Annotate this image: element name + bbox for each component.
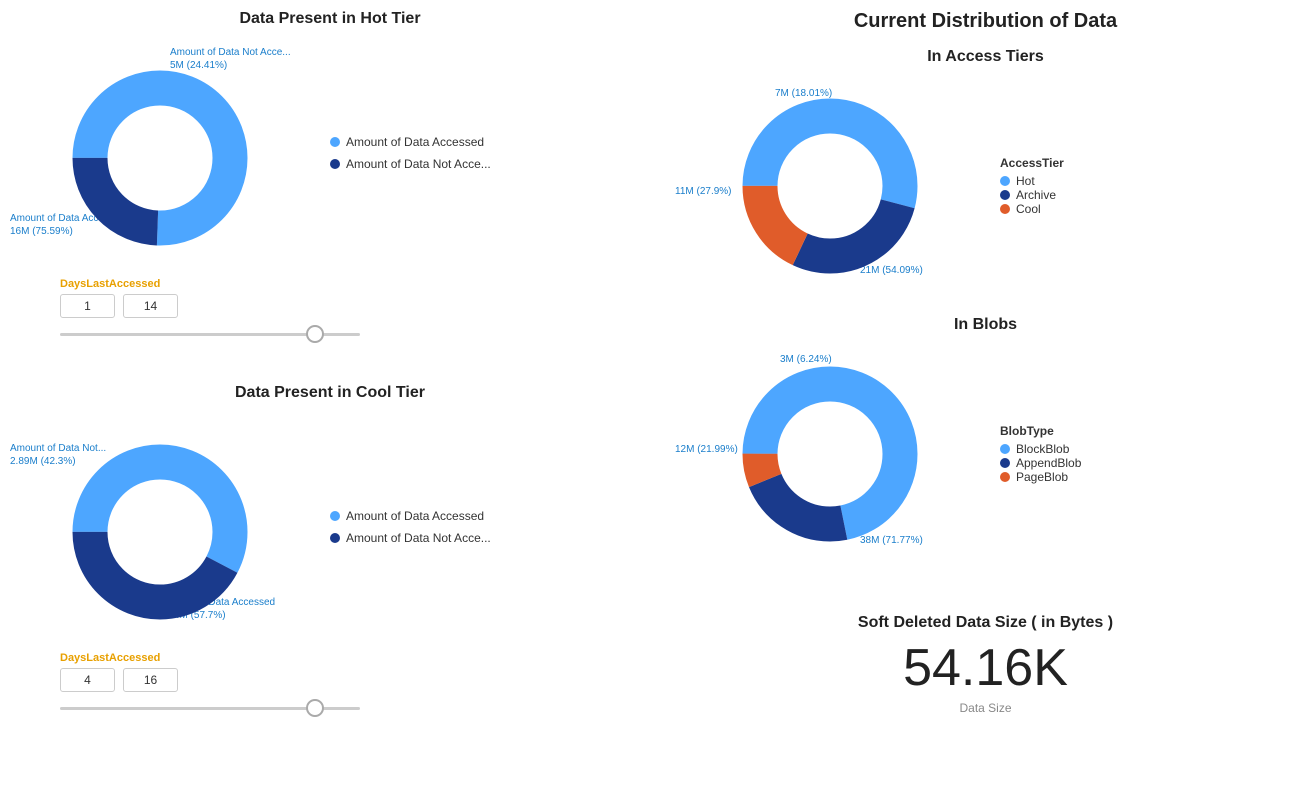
blobs-legend-title: BlobType (1000, 424, 1081, 438)
hot-tier-legend-dot-1 (330, 159, 340, 169)
hot-tier-slider-thumb[interactable] (306, 325, 324, 343)
access-tiers-archive-label-legend: Archive (1016, 188, 1056, 202)
cool-tier-slider-inputs (60, 668, 640, 692)
blobs-donut-container: 3M (6.24%) 12M (21.99%) 38M (71.77%) (680, 344, 980, 564)
blobs-legend-appendblob: AppendBlob (1000, 456, 1081, 470)
cool-tier-slider-track (60, 707, 360, 710)
cool-tier-legend-item-1: Amount of Data Not Acce... (330, 531, 491, 545)
cool-tier-donut-svg (60, 432, 260, 632)
hot-tier-legend-dot-0 (330, 137, 340, 147)
access-tiers-legend-cool: Cool (1000, 202, 1064, 216)
access-tiers-legend-title: AccessTier (1000, 156, 1064, 170)
cool-tier-legend-dot-0 (330, 511, 340, 521)
hot-tier-donut-row: Amount of Data Not Acce... 5M (24.41%) A… (20, 38, 640, 268)
cool-tier-slider-thumb[interactable] (306, 699, 324, 717)
hot-tier-legend-item-1: Amount of Data Not Acce... (330, 157, 491, 171)
main-container: Data Present in Hot Tier Amount of Data … (0, 0, 1311, 797)
hot-tier-slider-min[interactable] (60, 294, 115, 318)
cool-tier-legend-label-1: Amount of Data Not Acce... (346, 531, 491, 545)
left-panel: Data Present in Hot Tier Amount of Data … (0, 0, 660, 797)
soft-deleted-title: Soft Deleted Data Size ( in Bytes ) (690, 614, 1281, 632)
access-tiers-title: In Access Tiers (680, 48, 1291, 66)
cool-tier-slider-max[interactable] (123, 668, 178, 692)
right-panel: Current Distribution of Data In Access T… (660, 0, 1311, 797)
cool-tier-legend: Amount of Data Accessed Amount of Data N… (330, 509, 491, 545)
cool-tier-slider-section: DaysLastAccessed (20, 652, 640, 718)
blobs-appendblob-label: 12M (21.99%) (675, 444, 738, 455)
blobs-legend-blockblob: BlockBlob (1000, 442, 1081, 456)
access-tiers-cool-dot (1000, 204, 1010, 214)
cool-tier-legend-item-0: Amount of Data Accessed (330, 509, 491, 523)
blobs-legend: BlobType BlockBlob AppendBlob PageBlob (1000, 424, 1081, 484)
cool-tier-slider-track-container[interactable] (60, 698, 360, 718)
blobs-blockblob-dot (1000, 444, 1010, 454)
access-tiers-legend: AccessTier Hot Archive Cool (1000, 156, 1064, 216)
soft-deleted-value: 54.16K (690, 640, 1281, 697)
blobs-appendblob-label-legend: AppendBlob (1016, 456, 1081, 470)
blobs-pageblob-dot (1000, 472, 1010, 482)
blobs-pageblob-label-legend: PageBlob (1016, 470, 1068, 484)
access-tiers-donut-svg (730, 86, 930, 286)
blobs-legend-pageblob: PageBlob (1000, 470, 1081, 484)
access-tiers-legend-hot: Hot (1000, 174, 1064, 188)
hot-tier-title: Data Present in Hot Tier (20, 10, 640, 28)
cool-tier-legend-label-0: Amount of Data Accessed (346, 509, 484, 523)
cool-tier-donut-container: Amount of Data Not... 2.89M (42.3%) Amou… (20, 412, 300, 642)
cool-tier-slider-label: DaysLastAccessed (60, 652, 640, 664)
blobs-section: In Blobs 3M (6.24%) 12M (21.99%) 38M (71… (680, 316, 1291, 564)
access-tiers-legend-archive: Archive (1000, 188, 1064, 202)
blobs-title: In Blobs (680, 316, 1291, 334)
right-panel-title: Current Distribution of Data (680, 10, 1291, 33)
hot-tier-slider-track (60, 333, 360, 336)
hot-tier-donut-svg (60, 58, 260, 258)
access-tiers-row: 7M (18.01%) 11M (27.9%) 21M (54.09%) (680, 76, 1291, 296)
cool-tier-donut-row: Amount of Data Not... 2.89M (42.3%) Amou… (20, 412, 640, 642)
soft-deleted-subtitle: Data Size (690, 701, 1281, 715)
hot-tier-section: Data Present in Hot Tier Amount of Data … (20, 10, 640, 344)
hot-tier-donut-container: Amount of Data Not Acce... 5M (24.41%) A… (20, 38, 300, 268)
access-tiers-archive-dot (1000, 190, 1010, 200)
hot-tier-slider-inputs (60, 294, 640, 318)
access-tiers-cool-label-legend: Cool (1016, 202, 1041, 216)
access-tiers-section: In Access Tiers 7M (18.01%) 11M (27.9%) … (680, 48, 1291, 296)
soft-deleted-section: Soft Deleted Data Size ( in Bytes ) 54.1… (680, 604, 1291, 725)
access-tiers-archive-label: 11M (27.9%) (675, 186, 732, 197)
hot-tier-legend-label-1: Amount of Data Not Acce... (346, 157, 491, 171)
blobs-row: 3M (6.24%) 12M (21.99%) 38M (71.77%) (680, 344, 1291, 564)
hot-tier-slider-label: DaysLastAccessed (60, 278, 640, 290)
cool-tier-title: Data Present in Cool Tier (20, 384, 640, 402)
hot-tier-slider-track-container[interactable] (60, 324, 360, 344)
blobs-appendblob-dot (1000, 458, 1010, 468)
hot-tier-legend-item-0: Amount of Data Accessed (330, 135, 491, 149)
cool-tier-legend-dot-1 (330, 533, 340, 543)
hot-tier-slider-max[interactable] (123, 294, 178, 318)
blobs-blockblob-label-legend: BlockBlob (1016, 442, 1069, 456)
access-tiers-donut-container: 7M (18.01%) 11M (27.9%) 21M (54.09%) (680, 76, 980, 296)
cool-tier-slider-min[interactable] (60, 668, 115, 692)
cool-tier-section: Data Present in Cool Tier Amount of Data… (20, 384, 640, 718)
hot-tier-legend-label-0: Amount of Data Accessed (346, 135, 484, 149)
access-tiers-hot-dot (1000, 176, 1010, 186)
blobs-donut-svg (730, 354, 930, 554)
access-tiers-hot-label-legend: Hot (1016, 174, 1035, 188)
hot-tier-legend: Amount of Data Accessed Amount of Data N… (330, 135, 491, 171)
hot-tier-slider-section: DaysLastAccessed (20, 278, 640, 344)
